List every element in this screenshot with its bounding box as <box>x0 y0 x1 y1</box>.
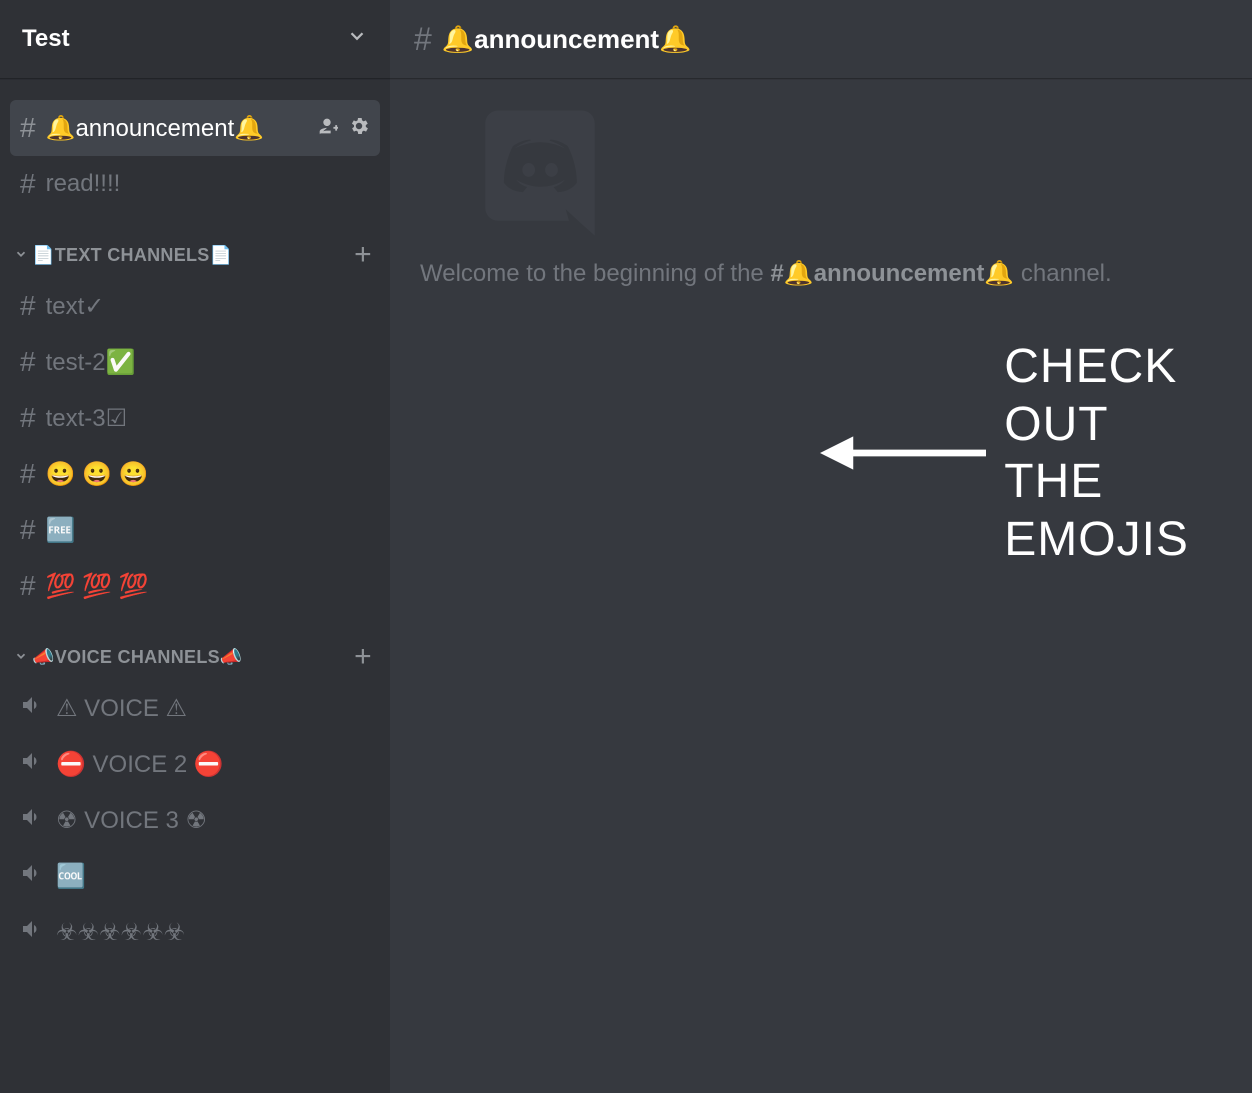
voice-channel-cool[interactable]: 🆒 <box>10 848 380 904</box>
welcome-block: Welcome to the beginning of the #🔔announ… <box>420 98 1200 288</box>
arrow-left-icon <box>820 423 986 483</box>
channel-actions <box>316 115 370 142</box>
channel-label: text✓ <box>46 292 370 321</box>
add-channel-icon[interactable]: + <box>354 240 372 270</box>
channel-announcement[interactable]: # 🔔announcement🔔 <box>10 100 380 156</box>
channel-header: # 🔔announcement🔔 <box>390 0 1252 78</box>
welcome-hash: # <box>770 260 783 287</box>
voice-channel-biohazard[interactable]: ☣☣☣☣☣☣ <box>10 904 380 960</box>
chevron-down-icon <box>14 247 28 264</box>
channel-label: 🆒 <box>56 862 370 891</box>
text-category-block: 📄TEXT CHANNELS📄 + # text✓ # test-2✅ # te… <box>0 240 390 642</box>
discord-logo-icon <box>420 98 660 248</box>
channel-test-2[interactable]: # test-2✅ <box>10 334 380 390</box>
category-header-voice[interactable]: 📣VOICE CHANNELS📣 + <box>10 642 380 680</box>
hash-icon: # <box>20 346 36 378</box>
annotation-line1: CHECK OUT <box>1004 338 1252 453</box>
channel-label: text-3☑ <box>46 404 370 433</box>
voice-channel-3[interactable]: ☢ VOICE 3 ☢ <box>10 792 380 848</box>
channel-hundred[interactable]: # 💯 💯 💯 <box>10 558 380 614</box>
speaker-icon <box>20 805 44 836</box>
hash-icon: # <box>414 21 432 58</box>
voice-channel-2[interactable]: ⛔ VOICE 2 ⛔ <box>10 736 380 792</box>
welcome-suffix: channel. <box>1014 260 1111 287</box>
gear-icon[interactable] <box>348 115 370 142</box>
server-header[interactable]: Test <box>0 0 390 78</box>
channel-label: 😀 😀 😀 <box>46 460 370 489</box>
voice-category-block: 📣VOICE CHANNELS📣 + ⚠ VOICE ⚠ ⛔ VOICE 2 ⛔ <box>0 642 390 988</box>
welcome-text: Welcome to the beginning of the #🔔announ… <box>420 259 1200 288</box>
channel-label: test-2✅ <box>46 348 370 377</box>
chevron-down-icon <box>14 649 28 666</box>
welcome-prefix: Welcome to the beginning of the <box>420 260 770 287</box>
hash-icon: # <box>20 112 36 144</box>
channel-smileys[interactable]: # 😀 😀 😀 <box>10 446 380 502</box>
channel-text[interactable]: # text✓ <box>10 278 380 334</box>
channel-read[interactable]: # read!!!! <box>10 156 380 212</box>
hash-icon: # <box>20 290 36 322</box>
annotation-overlay: CHECK OUT THE EMOJIS <box>820 338 1252 568</box>
channel-label: read!!!! <box>46 170 370 198</box>
category-header-text[interactable]: 📄TEXT CHANNELS📄 + <box>10 240 380 278</box>
speaker-icon <box>20 917 44 948</box>
hash-icon: # <box>20 514 36 546</box>
speaker-icon <box>20 861 44 892</box>
channel-sidebar: Test # 🔔announcement🔔 # rea <box>0 0 390 1093</box>
annotation-line2: THE EMOJIS <box>1004 453 1252 568</box>
annotation-text: CHECK OUT THE EMOJIS <box>1004 338 1252 568</box>
channel-label: 💯 💯 💯 <box>46 572 370 601</box>
channel-label: 🔔announcement🔔 <box>46 114 308 143</box>
hash-icon: # <box>20 570 36 602</box>
welcome-channel-name: 🔔announcement🔔 <box>784 260 1014 287</box>
category-label: 📄TEXT CHANNELS📄 <box>32 245 350 266</box>
speaker-icon <box>20 693 44 724</box>
category-label: 📣VOICE CHANNELS📣 <box>32 647 350 668</box>
channel-label: ⛔ VOICE 2 ⛔ <box>56 750 370 779</box>
channel-list: # 🔔announcement🔔 # read!!!! <box>0 78 390 1093</box>
main-content: # 🔔announcement🔔 Welcome to the beginnin… <box>390 0 1252 1093</box>
hash-icon: # <box>20 168 36 200</box>
hash-icon: # <box>20 458 36 490</box>
channel-label: 🆓 <box>46 516 370 545</box>
channel-title: 🔔announcement🔔 <box>442 24 692 55</box>
channel-free[interactable]: # 🆓 <box>10 502 380 558</box>
speaker-icon <box>20 749 44 780</box>
voice-channel-1[interactable]: ⚠ VOICE ⚠ <box>10 680 380 736</box>
channel-label: ☢ VOICE 3 ☢ <box>56 806 370 835</box>
channel-label: ☣☣☣☣☣☣ <box>56 918 370 947</box>
hash-icon: # <box>20 402 36 434</box>
invite-icon[interactable] <box>316 115 338 142</box>
channel-text-3[interactable]: # text-3☑ <box>10 390 380 446</box>
add-channel-icon[interactable]: + <box>354 642 372 672</box>
pinned-channels: # 🔔announcement🔔 # read!!!! <box>0 100 390 240</box>
channel-label: ⚠ VOICE ⚠ <box>56 694 370 723</box>
server-name: Test <box>22 25 70 53</box>
messages-area[interactable]: Welcome to the beginning of the #🔔announ… <box>390 78 1252 1093</box>
chevron-down-icon <box>346 25 368 53</box>
